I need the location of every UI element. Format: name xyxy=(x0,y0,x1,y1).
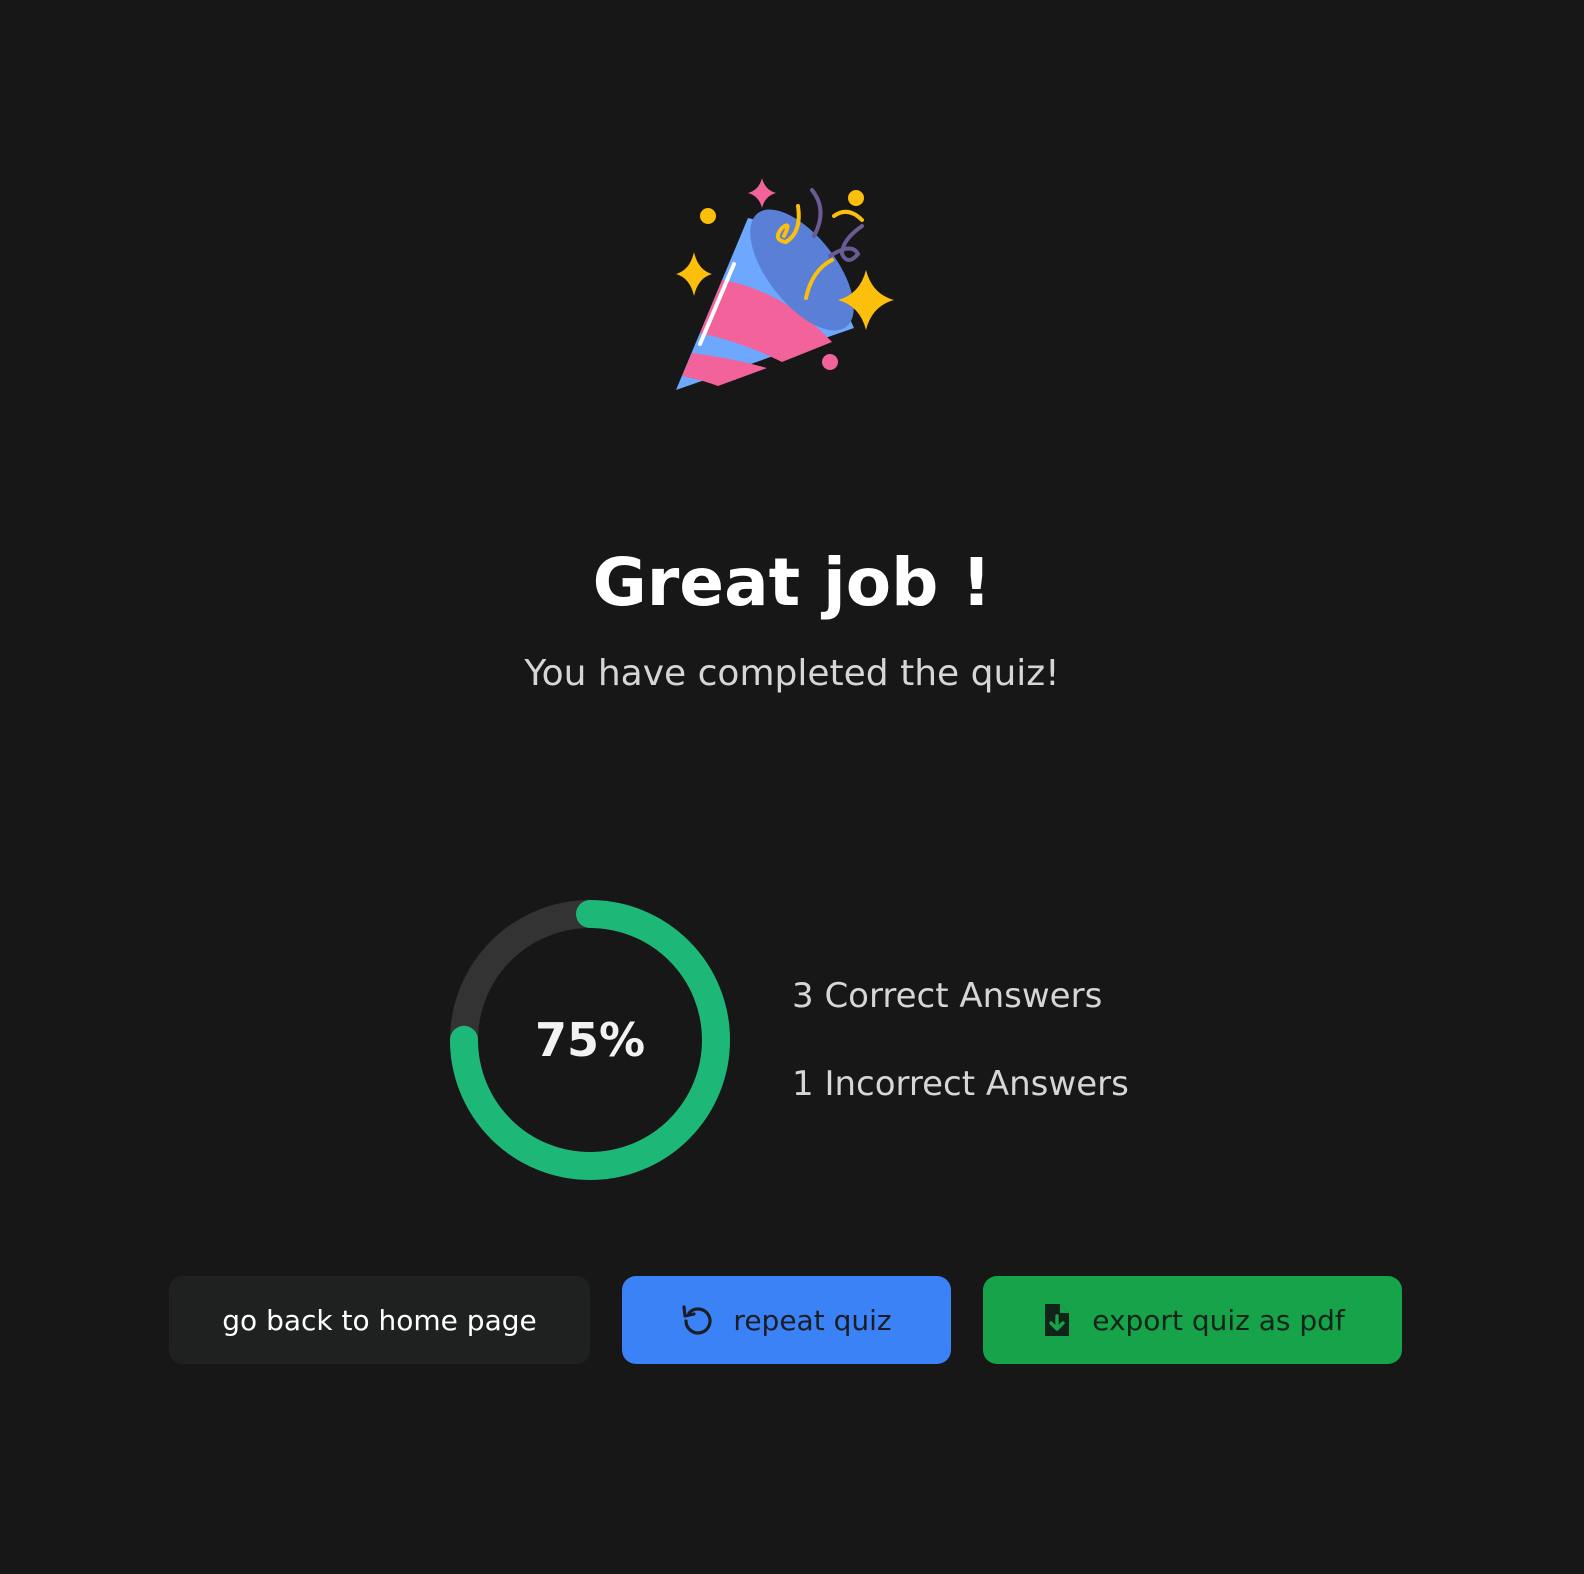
file-download-icon xyxy=(1045,1304,1070,1336)
quiz-result-page: Great job ! You have completed the quiz!… xyxy=(0,0,1584,1574)
incorrect-answers-count: 1 Incorrect Answers xyxy=(792,1064,1129,1104)
repeat-quiz-button-label: repeat quiz xyxy=(733,1303,892,1337)
go-home-button[interactable]: go back to home page xyxy=(169,1276,590,1364)
correct-answers-count: 3 Correct Answers xyxy=(792,976,1103,1016)
go-home-button-label: go back to home page xyxy=(222,1303,537,1337)
score-percentage: 75% xyxy=(534,1013,646,1067)
page-subtitle: You have completed the quiz! xyxy=(524,653,1060,694)
party-popper-icon xyxy=(676,178,894,390)
repeat-quiz-button[interactable]: repeat quiz xyxy=(622,1276,951,1364)
refresh-icon xyxy=(682,1305,712,1335)
export-pdf-button-label: export quiz as pdf xyxy=(1092,1303,1345,1337)
export-pdf-button[interactable]: export quiz as pdf xyxy=(983,1276,1402,1364)
page-title: Great job ! xyxy=(592,544,992,621)
